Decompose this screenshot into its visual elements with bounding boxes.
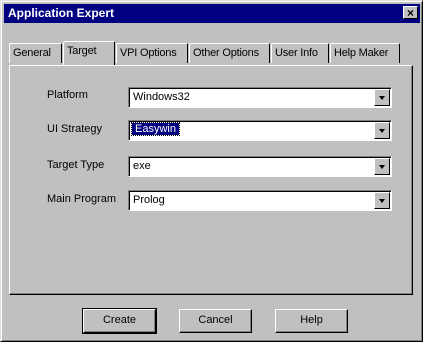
- tab-user-info[interactable]: User Info: [271, 43, 329, 63]
- ui-strategy-combobox[interactable]: Easywin: [128, 120, 392, 141]
- help-button[interactable]: Help: [275, 309, 348, 333]
- chevron-down-icon: [379, 96, 385, 100]
- target-type-combobox[interactable]: exe: [128, 156, 392, 177]
- target-type-label: Target Type: [47, 159, 105, 171]
- ui-strategy-label: UI Strategy: [47, 123, 103, 135]
- main-program-label: Main Program: [47, 193, 117, 205]
- window-title: Application Expert: [8, 6, 115, 20]
- tab-general[interactable]: General: [9, 43, 62, 63]
- close-button[interactable]: ×: [403, 6, 418, 19]
- platform-value: Windows32: [133, 91, 190, 103]
- platform-combobox[interactable]: Windows32: [128, 87, 392, 108]
- chevron-down-icon: [379, 199, 385, 203]
- platform-dropdown-button[interactable]: [374, 89, 390, 106]
- chevron-down-icon: [379, 129, 385, 133]
- tab-help-maker[interactable]: Help Maker: [330, 43, 400, 63]
- target-type-value: exe: [133, 160, 151, 172]
- chevron-down-icon: [379, 165, 385, 169]
- ui-strategy-value: Easywin: [131, 122, 180, 136]
- application-expert-dialog: Application Expert × General Target VPI …: [0, 0, 423, 342]
- title-bar[interactable]: Application Expert ×: [4, 4, 420, 23]
- create-button[interactable]: Create: [82, 308, 157, 334]
- close-icon: ×: [406, 6, 414, 20]
- platform-label: Platform: [47, 89, 88, 101]
- main-program-value: Prolog: [133, 194, 165, 206]
- cancel-button[interactable]: Cancel: [179, 309, 252, 333]
- tab-other-options[interactable]: Other Options: [189, 43, 270, 63]
- ui-strategy-dropdown-button[interactable]: [374, 122, 390, 139]
- tab-vpi-options[interactable]: VPI Options: [116, 43, 188, 63]
- main-program-dropdown-button[interactable]: [374, 192, 390, 209]
- target-type-dropdown-button[interactable]: [374, 158, 390, 175]
- main-program-combobox[interactable]: Prolog: [128, 190, 392, 211]
- tab-target[interactable]: Target: [63, 41, 115, 65]
